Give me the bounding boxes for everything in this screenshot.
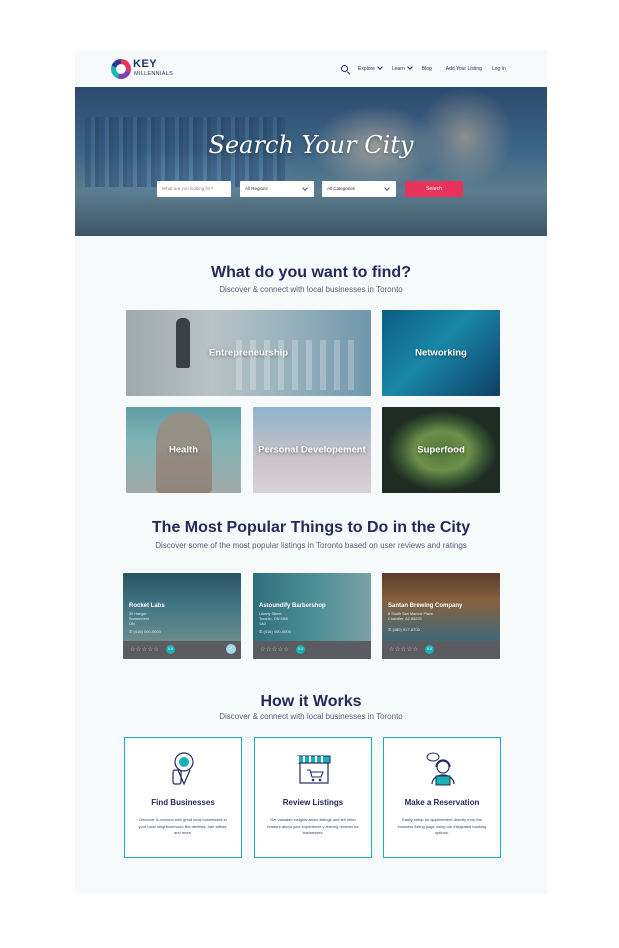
chevron-down-icon — [406, 64, 413, 70]
category-tile-entrepreneurship[interactable]: Entrepreneurship — [126, 310, 371, 396]
category-tile-superfood[interactable]: Superfood — [382, 407, 500, 493]
search-button[interactable]: Search — [405, 181, 463, 197]
page: KEY MILLENNIALS Explore Learn Blog Add Y… — [75, 50, 547, 894]
nav-add-listing[interactable]: Add Your Listing — [446, 66, 482, 72]
star-rating: ☆☆☆☆☆ — [260, 647, 290, 653]
logo-text: KEY — [133, 58, 158, 70]
step-text: Discover & connect with great local busi… — [138, 817, 228, 835]
how-step-find: Find Businesses Discover & connect with … — [124, 737, 242, 858]
region-select-value: All Regions — [245, 186, 268, 191]
listing-card[interactable]: Rocket Labs 30 Hanger Somewhere ON ✆ (41… — [123, 573, 241, 659]
nav-login[interactable]: Log In — [492, 66, 506, 72]
step-title: Make a Reservation — [404, 798, 480, 807]
how-step-review: Review Listings Get valuable insights ab… — [254, 737, 372, 858]
hero-title: Search Your City — [208, 131, 414, 159]
logo-mark-icon — [111, 59, 131, 79]
listing-name: Rocket Labs — [129, 603, 165, 609]
chevron-down-icon — [302, 185, 308, 191]
listing-address: Liberty Street — [259, 612, 282, 616]
listing-address: Chandler, AZ 85225 — [388, 617, 422, 621]
listing-phone-number: (416) 000-0000 — [133, 629, 161, 634]
listing-phone: ✆ (416) 000-0000 — [129, 629, 161, 634]
listing-address: Somewhere — [129, 617, 150, 621]
category-tile-personal-development[interactable]: Personal Developement — [253, 407, 371, 493]
listing-phone-number: (480) 917-8700 — [392, 627, 420, 632]
listing-phone: ✆ (480) 917-8700 — [388, 627, 420, 632]
listing-address: ON — [129, 622, 135, 626]
find-title: What do you want to find? — [211, 264, 411, 281]
listing-card[interactable]: Astoundify Barbershop Liberty Street Tor… — [253, 573, 371, 659]
nav-explore[interactable]: Explore — [358, 64, 383, 72]
category-label: Personal Developement — [258, 444, 366, 456]
listing-phone-number: (416) 000-0000 — [263, 629, 291, 634]
step-title: Review Listings — [282, 798, 344, 807]
verified-check-icon: ✓ — [226, 644, 236, 654]
category-tile-health[interactable]: Health — [126, 407, 241, 493]
star-rating: ☆☆☆☆☆ — [130, 647, 160, 653]
how-step-reservation: Make a Reservation Easily setup an appoi… — [383, 737, 501, 858]
rating-badge: 0.0 — [425, 645, 434, 654]
listing-address: 30 Hanger — [129, 612, 147, 616]
step-text: Get valuable insights about listings and… — [267, 817, 359, 835]
category-label: Health — [168, 444, 199, 456]
popular-subtitle: Discover some of the most popular listin… — [155, 541, 467, 550]
logo-subtext: MILLENNIALS — [134, 71, 174, 77]
category-select[interactable]: All Categories — [322, 181, 396, 197]
nav-blog[interactable]: Blog — [422, 66, 432, 72]
listing-address: Toronto, ON M6K — [259, 617, 289, 621]
nav-explore-label: Explore — [358, 66, 375, 72]
category-label: Networking — [415, 347, 467, 359]
keyword-input[interactable]: What are you looking for? — [157, 181, 231, 197]
chevron-down-icon — [384, 185, 390, 191]
search-icon[interactable] — [341, 64, 350, 74]
chevron-down-icon — [377, 64, 383, 70]
nav-learn-label: Learn — [391, 66, 405, 72]
category-label: Superfood — [417, 444, 465, 456]
hero-banner: Search Your City What are you looking fo… — [75, 87, 547, 236]
step-title: Find Businesses — [151, 798, 215, 807]
rating-badge: 0.0 — [296, 645, 305, 654]
step-text: Easily setup an appointment directly fro… — [397, 817, 487, 835]
site-header: KEY MILLENNIALS Explore Learn Blog Add Y… — [75, 50, 547, 87]
how-title: How it Works — [260, 693, 362, 710]
region-select[interactable]: All Regions — [240, 181, 314, 197]
rating-badge: 0.0 — [166, 645, 175, 654]
star-rating: ☆☆☆☆☆ — [389, 647, 419, 653]
category-label: Entrepreneurship — [208, 347, 289, 359]
listing-name: Santan Brewing Company — [388, 603, 463, 609]
logo[interactable]: KEY MILLENNIALS — [111, 56, 181, 82]
listing-phone: ✆ (416) 000-0000 — [259, 629, 291, 634]
storefront-icon — [297, 755, 331, 784]
listing-card[interactable]: Santan Brewing Company 8 South San Marco… — [382, 573, 500, 659]
listing-name: Astoundify Barbershop — [259, 603, 326, 609]
category-tile-networking[interactable]: Networking — [382, 310, 500, 396]
location-pin-icon — [172, 752, 194, 786]
main-nav: Explore Learn Blog Add Your Listing Log … — [341, 64, 516, 74]
popular-title: The Most Popular Things to Do in the Cit… — [151, 519, 471, 536]
support-agent-icon — [426, 752, 455, 786]
find-subtitle: Discover & connect with local businesses… — [219, 285, 403, 294]
listing-address: 8 South San Marcos Place — [388, 612, 433, 616]
how-subtitle: Discover & connect with local businesses… — [219, 712, 403, 721]
listing-address: 1A0 — [259, 622, 266, 626]
nav-learn[interactable]: Learn — [391, 64, 413, 72]
category-select-value: All Categories — [327, 186, 356, 191]
